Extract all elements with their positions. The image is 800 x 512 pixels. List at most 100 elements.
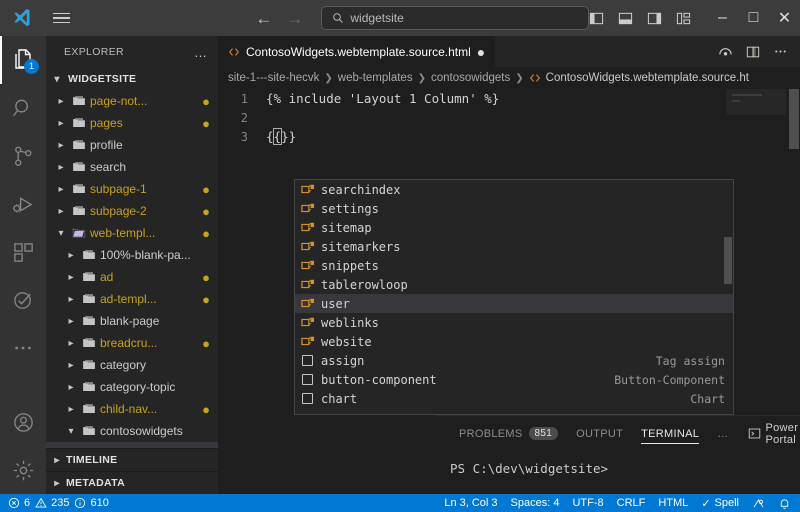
- panel-tab-problems[interactable]: PROBLEMS 851: [450, 416, 567, 451]
- tree-item-ad[interactable]: ▸ ad ●: [46, 266, 218, 288]
- preview-icon[interactable]: [718, 44, 733, 59]
- status-cursor-position[interactable]: Ln 3, Col 3: [444, 497, 497, 509]
- panel-overflow-icon[interactable]: …: [708, 416, 737, 451]
- search-input[interactable]: widgetsite: [321, 6, 589, 30]
- html-icon: [92, 447, 104, 448]
- activity-settings-gear-icon[interactable]: [0, 446, 46, 494]
- module-icon: [301, 221, 315, 234]
- toggle-primary-sidebar-icon[interactable]: [589, 11, 604, 26]
- suggestion-item-chart[interactable]: chart Chart: [295, 389, 733, 408]
- suggestion-item-weblinks[interactable]: weblinks: [295, 313, 733, 332]
- close-button[interactable]: ✕: [769, 0, 800, 36]
- file-tree[interactable]: ▸ page-not... ● ▸ pages ● ▸ profile ▸ search ▸ subp…: [46, 90, 218, 448]
- panel-tab-output[interactable]: OUTPUT: [567, 416, 632, 451]
- tree-item-web-templ[interactable]: ▾ web-templ... ●: [46, 222, 218, 244]
- status-eol[interactable]: CRLF: [617, 497, 646, 509]
- tree-item-pages[interactable]: ▸ pages ●: [46, 112, 218, 134]
- tree-item-page-not[interactable]: ▸ page-not... ●: [46, 90, 218, 112]
- editor-vertical-scrollbar[interactable]: [786, 89, 800, 364]
- tree-item-category-topic[interactable]: ▸ category-topic: [46, 376, 218, 398]
- remote-icon[interactable]: [752, 497, 765, 510]
- suggestion-item-sitemarkers[interactable]: sitemarkers: [295, 237, 733, 256]
- modified-indicator: ●: [202, 335, 210, 351]
- activity-accounts[interactable]: [0, 398, 46, 446]
- chevron-right-icon: ▸: [58, 205, 64, 217]
- tree-item-subpage-1[interactable]: ▸ subpage-1 ●: [46, 178, 218, 200]
- editor-more-actions-icon[interactable]: [773, 44, 788, 59]
- tree-item-100-blank-pa[interactable]: ▸ 100%-blank-pa...: [46, 244, 218, 266]
- tree-item-subpage-2[interactable]: ▸ subpage-2 ●: [46, 200, 218, 222]
- suggestion-item-button-component[interactable]: button-component Button-Component: [295, 370, 733, 389]
- toggle-panel-icon[interactable]: [618, 11, 633, 26]
- menu-button[interactable]: [45, 0, 80, 36]
- status-errors[interactable]: 6: [8, 497, 30, 509]
- folder-icon: [72, 182, 86, 196]
- tree-item-label: breadcru...: [100, 336, 158, 350]
- status-spell[interactable]: ✓ Spell: [701, 497, 739, 510]
- status-warnings[interactable]: 235: [35, 497, 69, 509]
- tree-item-profile[interactable]: ▸ profile: [46, 134, 218, 156]
- module-icon: [301, 316, 315, 329]
- tree-item-category[interactable]: ▸ category: [46, 354, 218, 376]
- status-encoding[interactable]: UTF-8: [572, 497, 603, 509]
- tree-item-contosowidg[interactable]: ContosoWidg...: [46, 442, 218, 448]
- suggestion-item-snippets[interactable]: snippets: [295, 256, 733, 275]
- suggestion-item-searchindex[interactable]: searchindex: [295, 180, 733, 199]
- activity-testing[interactable]: [0, 276, 46, 324]
- suggestion-item-sitemap[interactable]: sitemap: [295, 218, 733, 237]
- tree-item-label: child-nav...: [100, 402, 158, 416]
- terminal-output[interactable]: PS C:\dev\widgetsite>: [436, 451, 800, 476]
- breadcrumb-separator: ❯: [417, 72, 426, 84]
- activity-source-control[interactable]: [0, 132, 46, 180]
- module-icon: [301, 297, 315, 310]
- suggestion-item-user[interactable]: user: [295, 294, 733, 313]
- tree-item-ad-templ[interactable]: ▸ ad-templ... ●: [46, 288, 218, 310]
- tree-item-contosowidgets[interactable]: ▾ contosowidgets: [46, 420, 218, 442]
- suggestion-scrollbar[interactable]: [723, 180, 733, 414]
- breadcrumb[interactable]: site-1---site-hecvk ❯ web-templates ❯ contos…: [218, 67, 800, 89]
- tab-contosowidgets-html[interactable]: ContosoWidgets.webtemplate.source.html ●: [218, 36, 497, 67]
- suggestion-item-settings[interactable]: settings: [295, 199, 733, 218]
- bell-icon[interactable]: [778, 497, 791, 510]
- tree-item-blank-page[interactable]: ▸ blank-page: [46, 310, 218, 332]
- sidebar-section-timeline[interactable]: ▸ TIMELINE: [46, 448, 218, 471]
- sidebar-section-metadata[interactable]: ▸ METADATA: [46, 471, 218, 494]
- terminal-selector[interactable]: Power Apps Portal: [748, 422, 800, 446]
- breadcrumb-item[interactable]: site-1---site-hecvk: [228, 72, 319, 84]
- suggestion-item-assign[interactable]: assign Tag assign: [295, 351, 733, 370]
- tree-item-breadcru[interactable]: ▸ breadcru... ●: [46, 332, 218, 354]
- split-editor-icon[interactable]: [746, 45, 760, 59]
- breadcrumb-item[interactable]: web-templates: [338, 72, 413, 84]
- tree-item-child-nav[interactable]: ▸ child-nav... ●: [46, 398, 218, 420]
- tree-item-search[interactable]: ▸ search: [46, 156, 218, 178]
- minimap[interactable]: [726, 89, 786, 364]
- activity-extensions[interactable]: [0, 228, 46, 276]
- suggestion-list: searchindex settings sitemap sitemarkers sni…: [295, 180, 733, 408]
- activity-run-and-debug[interactable]: [0, 180, 46, 228]
- arrow-left-icon[interactable]: ←: [255, 10, 272, 27]
- breadcrumb-item[interactable]: ContosoWidgets.webtemplate.source.ht: [546, 72, 749, 84]
- activity-search[interactable]: [0, 84, 46, 132]
- line-text: {{}}: [266, 128, 297, 145]
- panel-header: PROBLEMS 851 OUTPUT TERMINAL … Power Apps P…: [436, 416, 800, 451]
- toggle-secondary-sidebar-icon[interactable]: [647, 11, 662, 26]
- suggestion-dropdown[interactable]: searchindex settings sitemap sitemarkers sni…: [294, 179, 734, 415]
- arrow-right-icon[interactable]: →: [286, 10, 303, 27]
- customize-layout-icon[interactable]: [676, 11, 691, 26]
- activity-more-actions[interactable]: [0, 324, 46, 372]
- status-language-mode[interactable]: HTML: [658, 497, 688, 509]
- chevron-right-icon: ▸: [68, 315, 74, 327]
- minimize-button[interactable]: –: [707, 0, 738, 36]
- maximize-button[interactable]: □: [738, 0, 769, 36]
- status-indentation[interactable]: Spaces: 4: [511, 497, 560, 509]
- breadcrumb-item[interactable]: contosowidgets: [431, 72, 510, 84]
- explorer-more-icon[interactable]: …: [194, 45, 208, 60]
- activity-explorer[interactable]: 1: [0, 36, 46, 84]
- explorer-header: EXPLORER …: [46, 36, 218, 68]
- panel-tab-terminal[interactable]: TERMINAL: [632, 416, 708, 451]
- workspace-root-row[interactable]: ▾ WIDGETSITE: [46, 68, 218, 90]
- suggestion-item-tablerowloop[interactable]: tablerowloop: [295, 275, 733, 294]
- unsaved-indicator[interactable]: ●: [477, 45, 485, 59]
- status-infos[interactable]: 610: [74, 497, 109, 509]
- suggestion-item-website[interactable]: website: [295, 332, 733, 351]
